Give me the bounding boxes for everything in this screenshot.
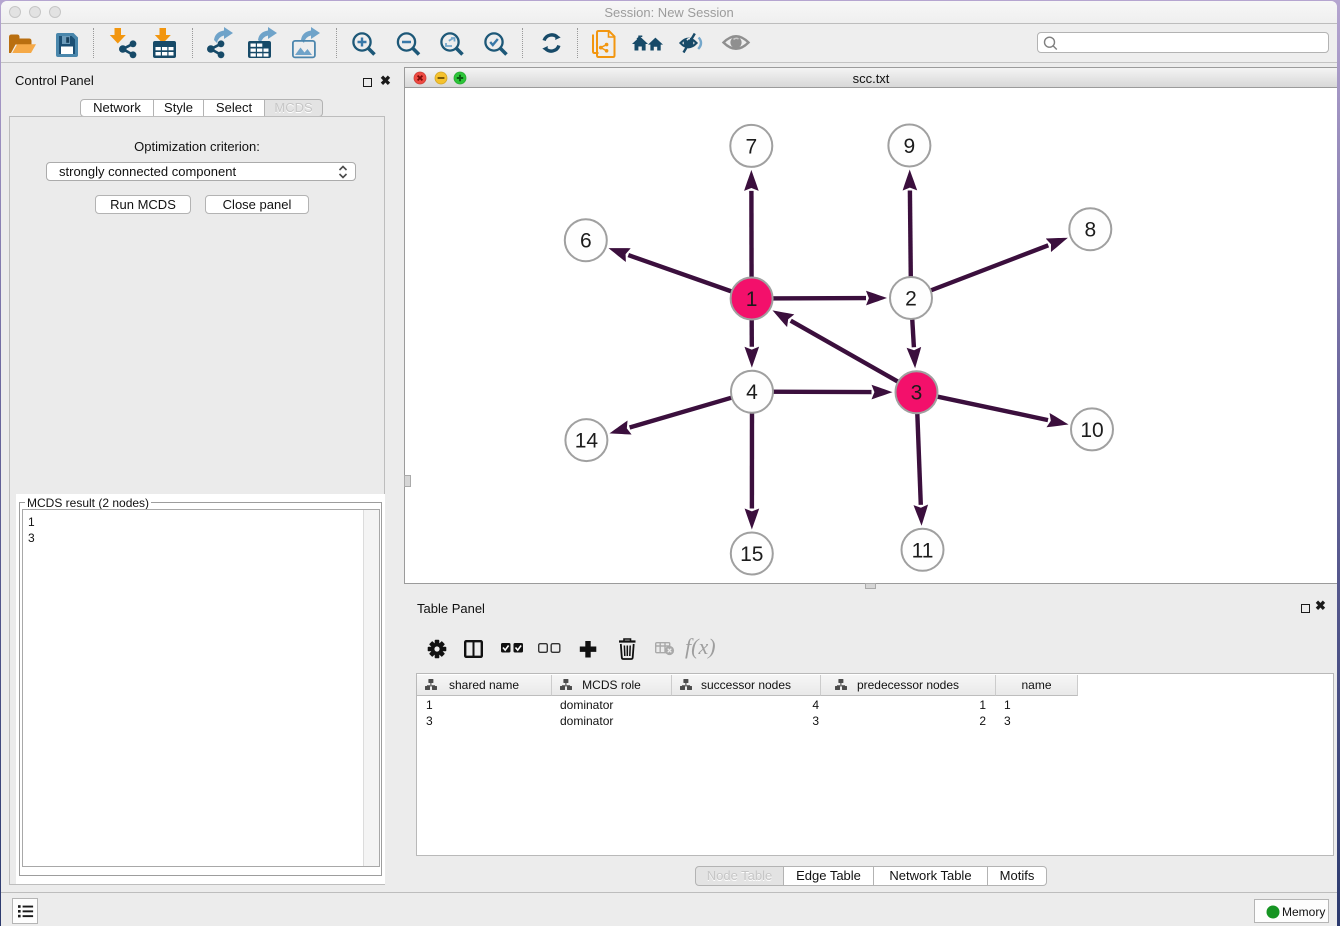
svg-text:9: 9 [904,135,916,158]
svg-text:2: 2 [905,288,917,311]
svg-text:15: 15 [740,543,763,566]
svg-text:6: 6 [580,230,592,253]
svg-text:f(x): f(x) [685,634,716,659]
svg-text:14: 14 [575,430,599,453]
svg-text:3: 3 [911,382,923,405]
svg-text:11: 11 [912,539,934,562]
svg-text:7: 7 [745,135,757,158]
svg-text:1: 1 [746,288,758,311]
svg-text:10: 10 [1080,419,1103,442]
svg-text:4: 4 [746,381,758,404]
svg-text:8: 8 [1084,219,1096,242]
